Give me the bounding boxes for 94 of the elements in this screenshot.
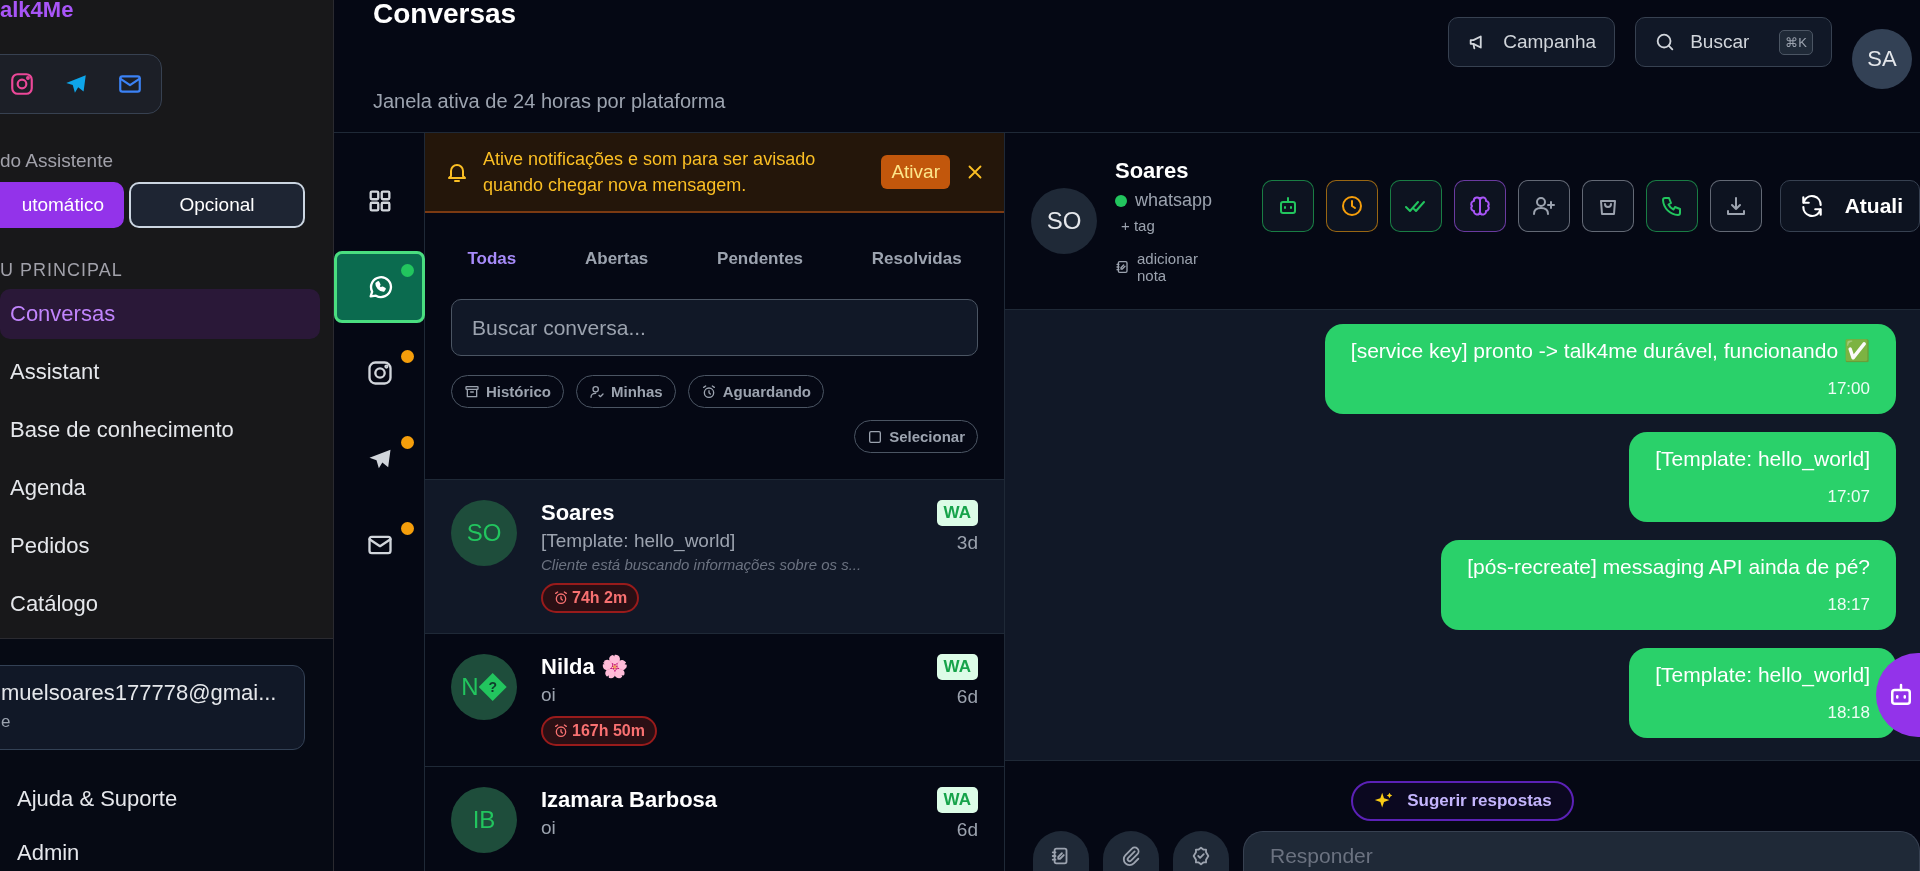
- ai-summary: Cliente está buscando informações sobre os s...: [541, 556, 863, 573]
- search-button[interactable]: Buscar ⌘K: [1635, 17, 1832, 67]
- page-title: Conversas: [373, 0, 518, 28]
- filter-tab[interactable]: Todas: [467, 249, 517, 299]
- app-logo: alk4Me: [0, 0, 75, 20]
- approve-button[interactable]: [1173, 831, 1229, 871]
- action-button[interactable]: [1325, 180, 1378, 232]
- action-button[interactable]: [1261, 180, 1314, 232]
- instagram-icon: [9, 71, 35, 97]
- signature-button[interactable]: [1033, 831, 1089, 871]
- message-preview: [Template: hello_world]: [541, 530, 737, 552]
- message-preview: oi: [541, 817, 557, 839]
- banner-text: Ative notificações e som para ser avisado quando chegar nova mensagem.: [483, 148, 817, 197]
- user-email: muelsoares177778@gmai...: [1, 680, 278, 706]
- filter-tab[interactable]: Pendentes: [717, 249, 804, 299]
- wait-timer: 74h 2m: [541, 583, 640, 613]
- message-time: 17:07: [1826, 486, 1870, 508]
- nav-item[interactable]: Conversas: [0, 289, 320, 339]
- filter-tab[interactable]: Resolvidas: [871, 249, 962, 299]
- suggest-button[interactable]: Sugerir respostas: [1351, 781, 1574, 821]
- footer-link[interactable]: Ajuda & Suporte: [17, 786, 178, 812]
- action-button[interactable]: [1517, 180, 1570, 232]
- phone-icon: [1659, 194, 1684, 218]
- contact-name: Soares: [1115, 158, 1190, 184]
- action-button[interactable]: [1645, 180, 1698, 232]
- action-button[interactable]: [1453, 180, 1506, 232]
- nav-item[interactable]: Assistant: [0, 343, 320, 401]
- nav-item[interactable]: Pedidos: [0, 517, 320, 575]
- message-preview: oi: [541, 684, 557, 706]
- contact-avatar: SO: [1031, 188, 1097, 254]
- alarm-clock-icon: [700, 383, 717, 400]
- action-button[interactable]: [1389, 180, 1442, 232]
- user-check-icon: [589, 383, 605, 400]
- reply-field[interactable]: Responder: [1243, 831, 1920, 871]
- add-note-link[interactable]: adicionar nota: [1115, 250, 1224, 284]
- mode-toggle[interactable]: utomático: [0, 182, 124, 228]
- conversation-age: 3d: [956, 532, 978, 554]
- attach-button[interactable]: [1103, 831, 1159, 871]
- contact-channel: whatsapp: [1115, 190, 1224, 211]
- contact-avatar: SO: [451, 500, 517, 566]
- channel-tab[interactable]: [334, 251, 425, 323]
- refresh-button[interactable]: Atuali: [1779, 180, 1920, 232]
- clock-icon: [1339, 194, 1364, 218]
- contact-avatar: IB: [451, 787, 517, 853]
- nav-item[interactable]: Catálogo: [0, 575, 320, 633]
- search-field[interactable]: Buscar conversa...: [451, 299, 978, 356]
- conversation-item[interactable]: SO Soares [Template: hello_world] Cliente está buscando informações sobre os s... 74h 2m WA 3d: [425, 479, 1004, 633]
- contact-avatar: N ?: [451, 654, 517, 720]
- check-badge-icon: [1190, 845, 1212, 867]
- alarm-clock-icon: [553, 590, 569, 606]
- contact-name: Nilda 🌸: [541, 654, 629, 680]
- user-card[interactable]: muelsoares177778@gmai... e: [0, 665, 305, 750]
- activate-button[interactable]: Ativar: [881, 155, 950, 189]
- message-text: [Template: hello_world]: [1655, 663, 1870, 686]
- mode-toggle[interactable]: Opcional: [129, 182, 305, 228]
- nav-item[interactable]: Agenda: [0, 459, 320, 517]
- conversation-item[interactable]: IB Izamara Barbosa oi WA 6d: [425, 766, 1004, 853]
- campaign-button[interactable]: Campanha: [1448, 17, 1616, 67]
- user-avatar[interactable]: SA: [1852, 29, 1912, 89]
- conversation-age: 6d: [956, 819, 978, 841]
- shortcut-key: ⌘K: [1779, 29, 1813, 55]
- add-tag-link[interactable]: + tag: [1121, 217, 1224, 234]
- page-subtitle: Janela ativa de 24 horas por plataforma: [373, 90, 726, 113]
- channel-badge: WA: [936, 654, 978, 680]
- conversation-item[interactable]: N ? Nilda 🌸 oi 167h 50m WA 6d: [425, 633, 1004, 766]
- wait-timer: 167h 50m: [541, 716, 657, 746]
- message-text: [Template: hello_world]: [1655, 447, 1870, 470]
- contact-name: Izamara Barbosa: [541, 787, 719, 813]
- channel-badge: WA: [936, 500, 978, 526]
- message-time: 18:17: [1826, 594, 1870, 616]
- note-icon: [1115, 259, 1131, 275]
- unknown-glyph: ?: [478, 673, 507, 701]
- checkbox-icon: [867, 428, 884, 445]
- message-text: [service key] pronto -> talk4me durável, funcionando ✅: [1350, 339, 1870, 362]
- nav-item[interactable]: Base de conhecimento: [0, 401, 320, 459]
- brain-icon: [1467, 194, 1492, 218]
- filter-tab[interactable]: Abertas: [585, 249, 649, 299]
- footer-link[interactable]: Admin: [17, 840, 80, 866]
- section-heading: U PRINCIPAL: [0, 260, 124, 281]
- user-role: e: [1, 712, 11, 732]
- message-time: 18:18: [1826, 702, 1870, 724]
- action-button[interactable]: [1709, 180, 1762, 232]
- assistant-mode-label: do Assistente: [0, 150, 115, 172]
- user-plus-icon: [1531, 194, 1556, 218]
- message-time: 17:00: [1826, 378, 1870, 400]
- contact-name: Soares: [541, 500, 616, 526]
- channel-badge: WA: [936, 787, 978, 813]
- alarm-clock-icon: [553, 723, 569, 739]
- paperclip-icon: [1120, 845, 1142, 867]
- instagram-icon: [365, 359, 394, 387]
- action-button[interactable]: [1581, 180, 1634, 232]
- message-text: [pós-recreate] messaging API ainda de pé?: [1467, 555, 1870, 578]
- conversation-age: 6d: [956, 686, 978, 708]
- archive-icon: [464, 383, 480, 400]
